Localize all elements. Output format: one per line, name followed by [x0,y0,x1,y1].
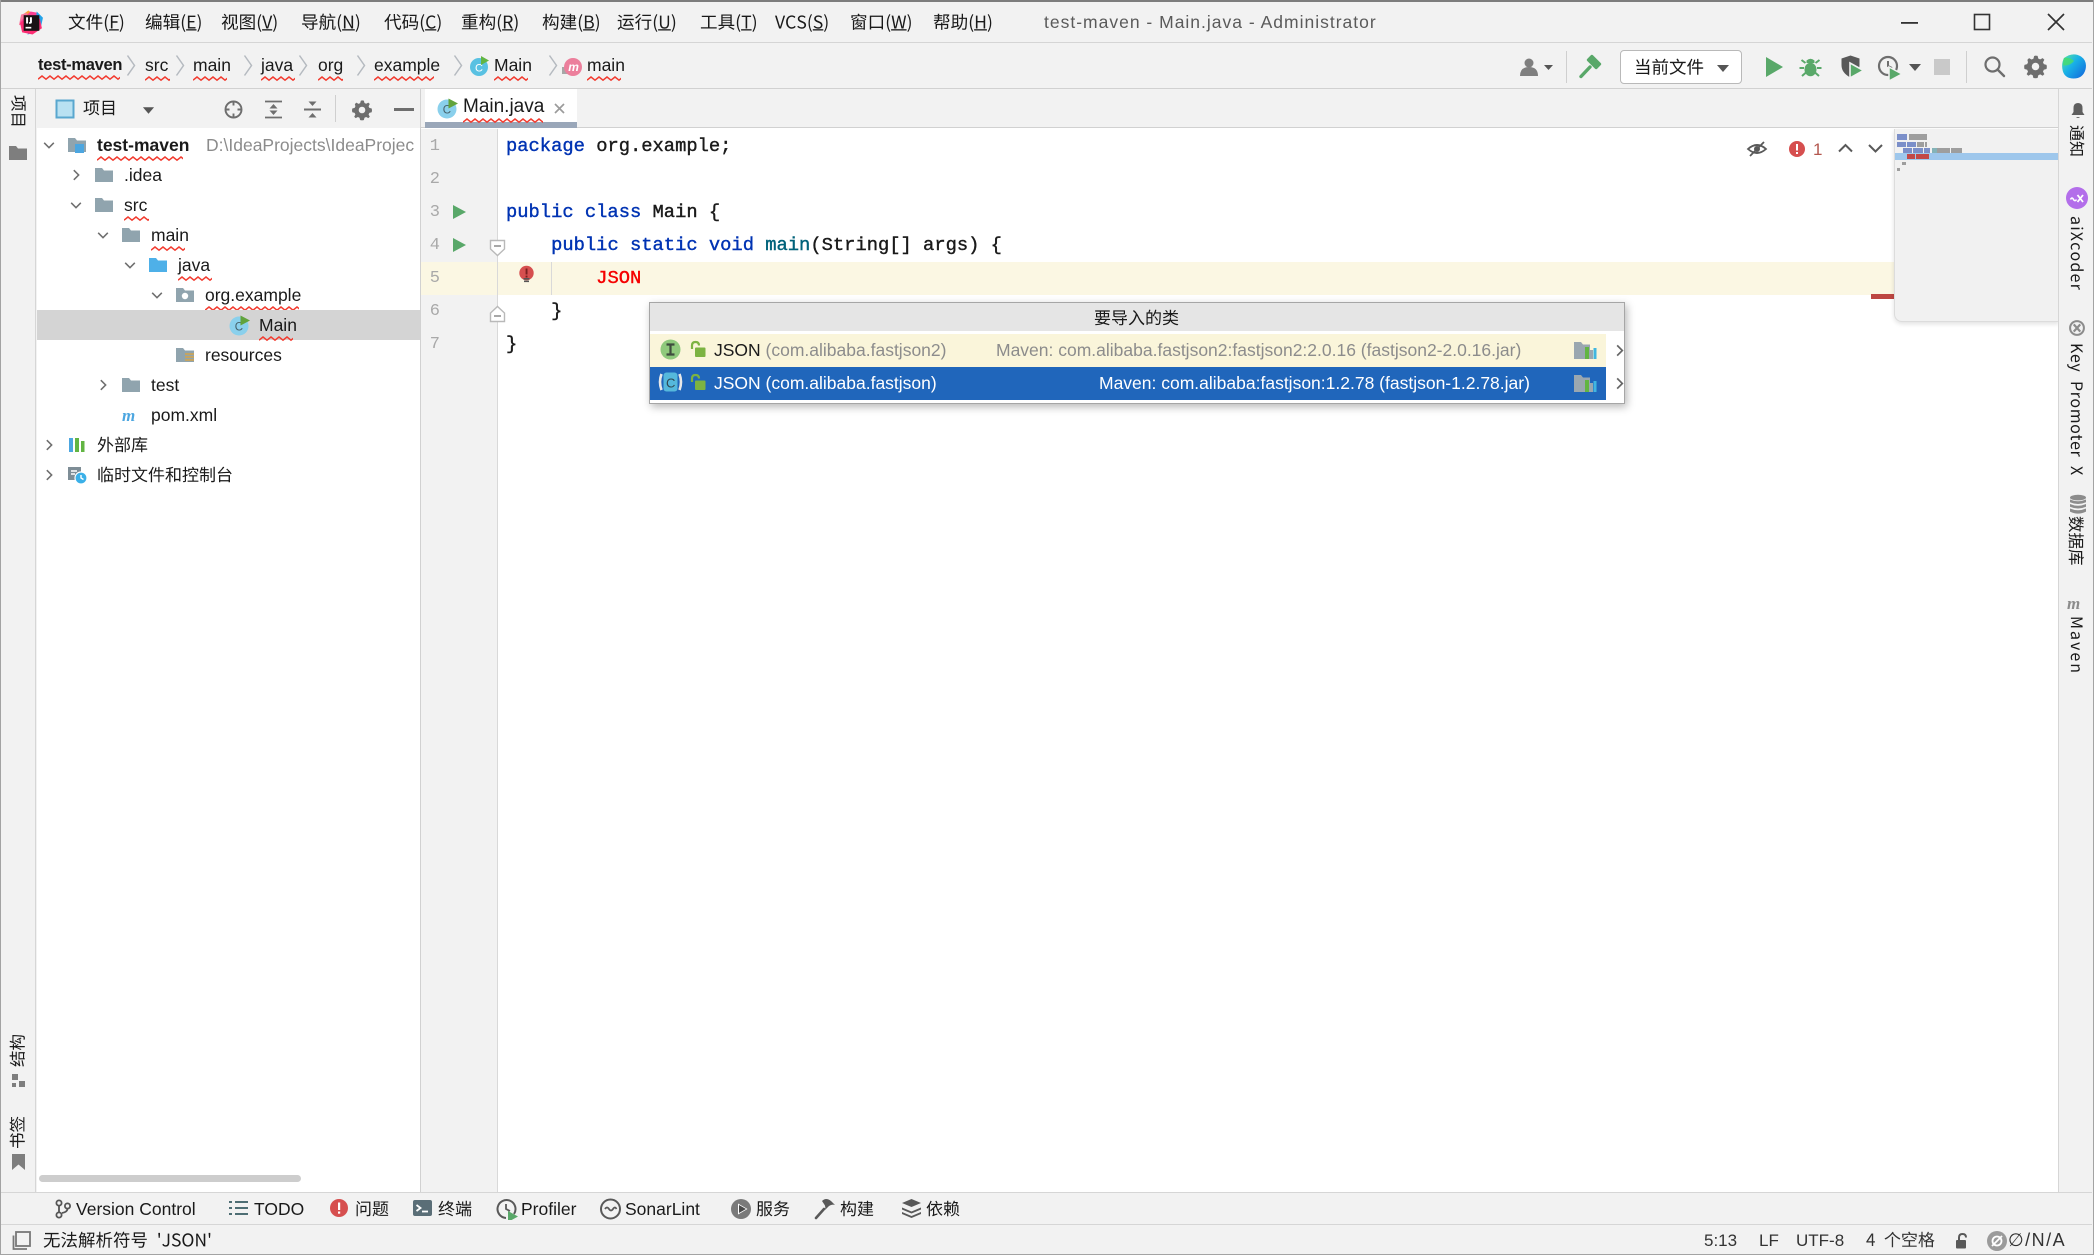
svg-text:C: C [666,376,675,391]
svg-text:m: m [568,60,579,74]
svg-text:m: m [2067,594,2080,613]
svg-text:m: m [122,406,135,425]
